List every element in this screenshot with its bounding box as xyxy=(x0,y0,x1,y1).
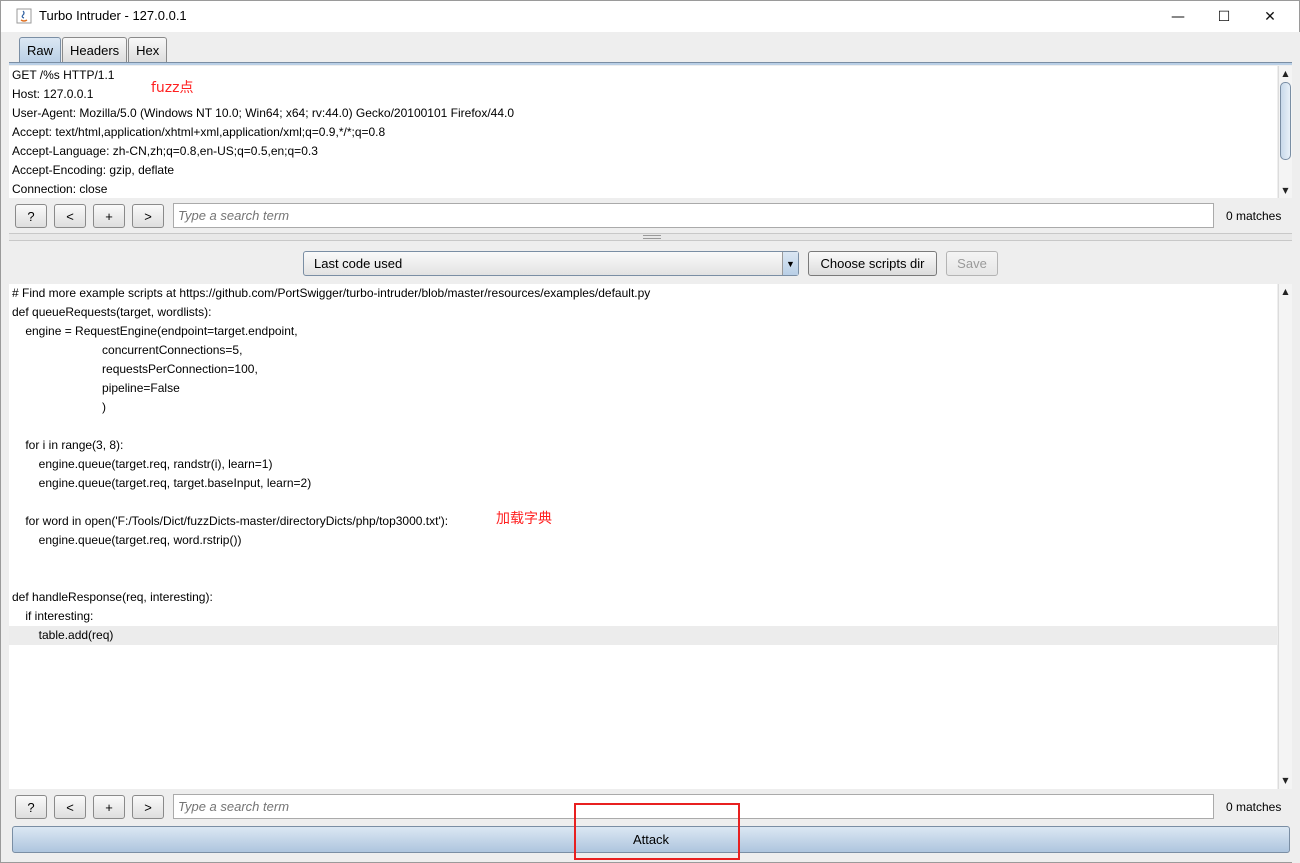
title-bar[interactable]: Turbo Intruder - 127.0.0.1 — ☐ ✕ xyxy=(1,1,1299,32)
divider-grip-icon[interactable] xyxy=(643,235,661,239)
code-line: pipeline=False xyxy=(12,381,180,395)
scroll-up-icon[interactable]: ▲ xyxy=(1279,67,1292,80)
request-scrollbar[interactable]: ▲ ▼ xyxy=(1278,66,1292,198)
code-line: engine = RequestEngine(endpoint=target.e… xyxy=(12,324,298,338)
scroll-thumb[interactable] xyxy=(1280,82,1291,160)
code-line: engine.queue(target.req, word.rstrip()) xyxy=(12,533,242,547)
window-title: Turbo Intruder - 127.0.0.1 xyxy=(39,8,187,23)
current-line-highlight xyxy=(9,626,1277,645)
highlight-box-annotation xyxy=(574,803,740,860)
scroll-down-icon[interactable]: ▼ xyxy=(1279,184,1292,197)
search-next-button[interactable]: > xyxy=(132,204,164,228)
save-button[interactable]: Save xyxy=(946,251,998,276)
code-line: if interesting: xyxy=(12,609,94,623)
search-input[interactable] xyxy=(173,203,1214,228)
request-line: User-Agent: Mozilla/5.0 (Windows NT 10.0… xyxy=(12,106,515,120)
request-editor[interactable]: GET /%s HTTP/1.1 Host: 127.0.0.1 User-Ag… xyxy=(9,66,1277,198)
code-line: requestsPerConnection=100, xyxy=(12,362,258,376)
scroll-down-icon[interactable]: ▼ xyxy=(1279,774,1292,787)
code-line: # Find more example scripts at https://g… xyxy=(12,286,651,300)
window-right-edge xyxy=(1292,32,1300,863)
request-line: Accept-Encoding: gzip, deflate xyxy=(12,163,175,177)
code-line: def queueRequests(target, wordlists): xyxy=(12,305,212,319)
code-line: def handleResponse(req, interesting): xyxy=(12,590,213,604)
minimize-button[interactable]: — xyxy=(1155,1,1201,32)
scroll-up-icon[interactable]: ▲ xyxy=(1279,285,1292,298)
request-line: Connection: close xyxy=(12,182,108,196)
maximize-button[interactable]: ☐ xyxy=(1201,1,1247,32)
turbo-intruder-window: Turbo Intruder - 127.0.0.1 — ☐ ✕ Raw Hea… xyxy=(0,0,1300,863)
request-line: Accept-Language: zh-CN,zh;q=0.8,en-US;q=… xyxy=(12,144,318,158)
choose-scripts-dir-button[interactable]: Choose scripts dir xyxy=(808,251,937,276)
search-prev-button[interactable]: < xyxy=(54,204,86,228)
search-prev-button[interactable]: < xyxy=(54,795,86,819)
chevron-down-icon[interactable]: ▼ xyxy=(782,252,798,275)
request-line: Accept: text/html,application/xhtml+xml,… xyxy=(12,125,386,139)
code-line: table.add(req) xyxy=(12,628,114,642)
search-help-button[interactable]: ? xyxy=(15,795,47,819)
message-tabs: Raw Headers Hex xyxy=(19,37,168,63)
request-line: GET /%s HTTP/1.1 xyxy=(12,68,115,82)
script-scrollbar[interactable]: ▲ ▼ xyxy=(1278,284,1292,789)
search-add-button[interactable]: + xyxy=(93,204,125,228)
code-line: ) xyxy=(12,400,107,414)
request-line: Host: 127.0.0.1 xyxy=(12,87,94,101)
search-match-count: 0 matches xyxy=(1226,800,1282,814)
script-select[interactable]: Last code used ▼ xyxy=(303,251,799,276)
tab-raw[interactable]: Raw xyxy=(19,37,62,63)
code-line: engine.queue(target.req, target.baseInpu… xyxy=(12,476,312,490)
close-button[interactable]: ✕ xyxy=(1247,1,1293,32)
tab-headers[interactable]: Headers xyxy=(62,37,128,63)
split-pane-divider[interactable] xyxy=(9,233,1292,241)
search-match-count: 0 matches xyxy=(1226,209,1282,223)
code-line: engine.queue(target.req, randstr(i), lea… xyxy=(12,457,273,471)
request-search-bar: ? < + > 0 matches xyxy=(9,201,1292,231)
code-line: for word in open('F:/Tools/Dict/fuzzDict… xyxy=(12,514,449,528)
search-add-button[interactable]: + xyxy=(93,795,125,819)
load-dictionary-annotation: 加载字典 xyxy=(496,511,552,527)
search-next-button[interactable]: > xyxy=(132,795,164,819)
tab-hex[interactable]: Hex xyxy=(128,37,168,63)
code-line: concurrentConnections=5, xyxy=(12,343,243,357)
fuzz-point-annotation: fuzz点 xyxy=(151,80,194,96)
search-help-button[interactable]: ? xyxy=(15,204,47,228)
code-line: for i in range(3, 8): xyxy=(12,438,124,452)
script-select-value: Last code used xyxy=(314,256,403,271)
script-editor[interactable]: # Find more example scripts at https://g… xyxy=(9,284,1277,789)
java-app-icon xyxy=(16,8,32,24)
tab-underline xyxy=(9,62,1292,65)
